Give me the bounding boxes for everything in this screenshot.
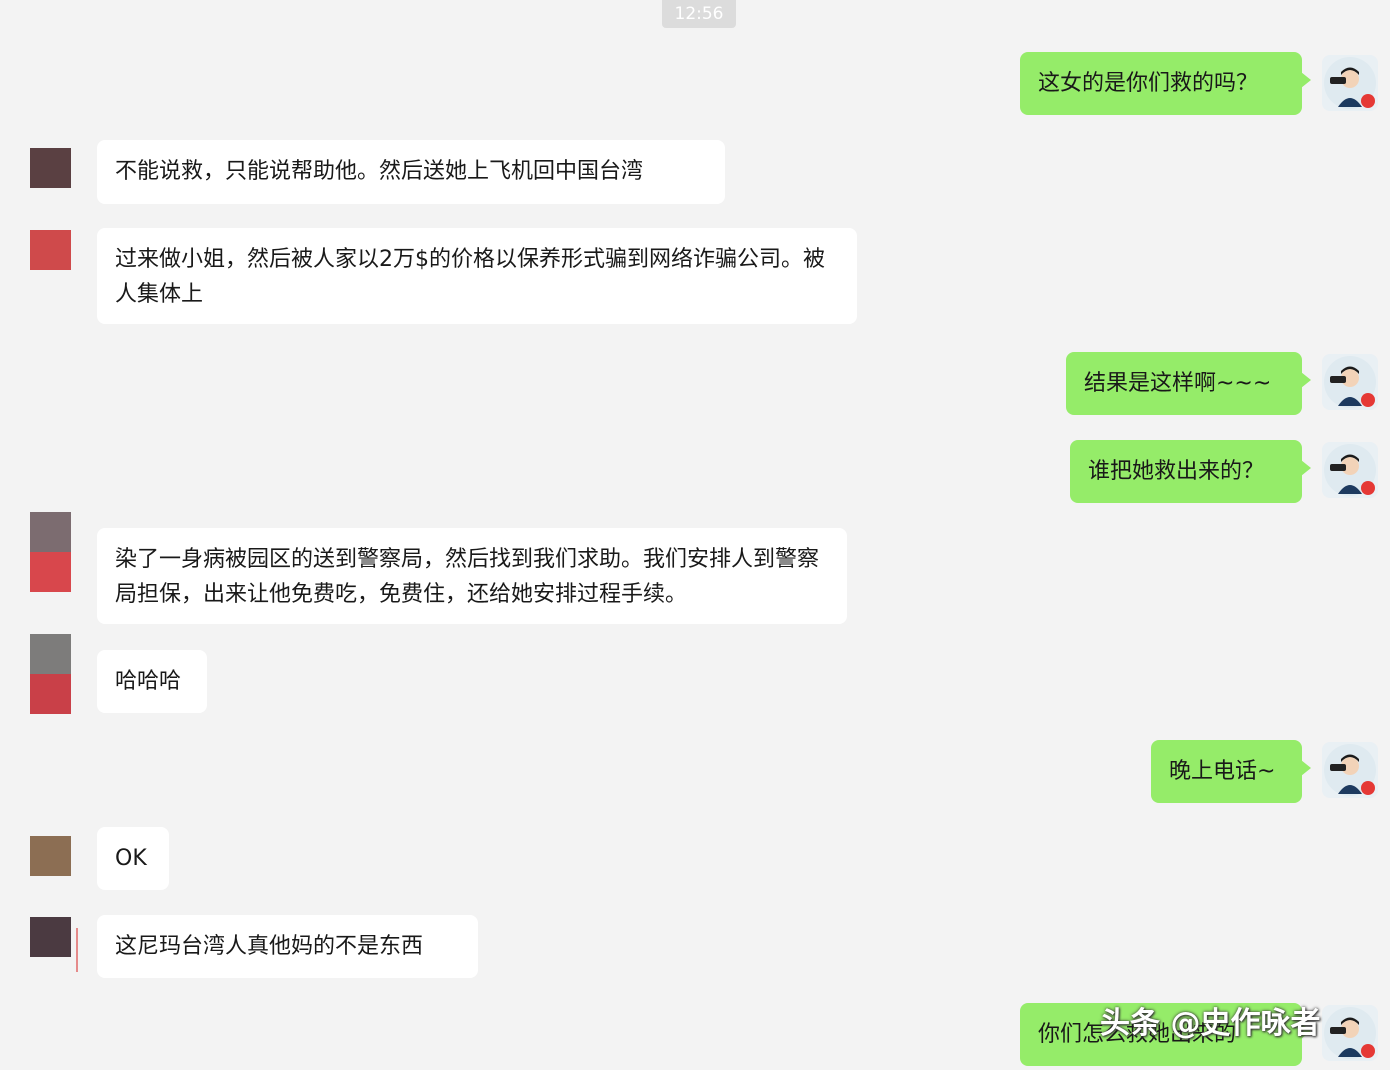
divider (76, 928, 78, 972)
contact-avatar[interactable] (30, 634, 71, 714)
message-bubble-in[interactable]: OK (97, 827, 169, 890)
contact-avatar[interactable] (30, 512, 71, 592)
message-bubble-out[interactable]: 谁把她救出来的？ (1070, 440, 1311, 503)
my-avatar[interactable] (1322, 442, 1378, 498)
message-bubble-in[interactable]: 哈哈哈 (97, 650, 207, 713)
my-avatar[interactable] (1322, 354, 1378, 410)
photographer-avatar-icon (1324, 744, 1376, 796)
message-timestamp: 12:56 (662, 0, 736, 28)
contact-avatar[interactable] (30, 230, 71, 270)
chat-window: 12:56 这女的是你们救的吗？ 不能说救，只能说帮助他。然后送她上飞机回中国台… (0, 0, 1390, 1070)
contact-avatar[interactable] (30, 917, 71, 957)
my-avatar[interactable] (1322, 55, 1378, 111)
message-bubble-in[interactable]: 不能说救，只能说帮助他。然后送她上飞机回中国台湾 (97, 140, 725, 204)
photographer-avatar-icon (1324, 57, 1376, 109)
photographer-avatar-icon (1324, 444, 1376, 496)
watermark: 头条 @史作咏者 (1100, 1006, 1321, 1041)
photographer-avatar-icon (1324, 1007, 1376, 1059)
message-bubble-in[interactable]: 过来做小姐，然后被人家以2万$的价格以保养形式骗到网络诈骗公司。被人集体上 (97, 228, 857, 324)
contact-avatar[interactable] (30, 148, 71, 188)
my-avatar[interactable] (1322, 742, 1378, 798)
message-bubble-in[interactable]: 这尼玛台湾人真他妈的不是东西 (97, 915, 478, 978)
message-bubble-out[interactable]: 晚上电话~ (1151, 740, 1311, 803)
message-bubble-out[interactable]: 结果是这样啊~~~ (1066, 352, 1311, 415)
message-bubble-out[interactable]: 这女的是你们救的吗？ (1020, 52, 1311, 115)
contact-avatar[interactable] (30, 836, 71, 876)
message-bubble-in[interactable]: 染了一身病被园区的送到警察局，然后找到我们求助。我们安排人到警察局担保，出来让他… (97, 528, 847, 624)
photographer-avatar-icon (1324, 356, 1376, 408)
my-avatar[interactable] (1322, 1005, 1378, 1061)
